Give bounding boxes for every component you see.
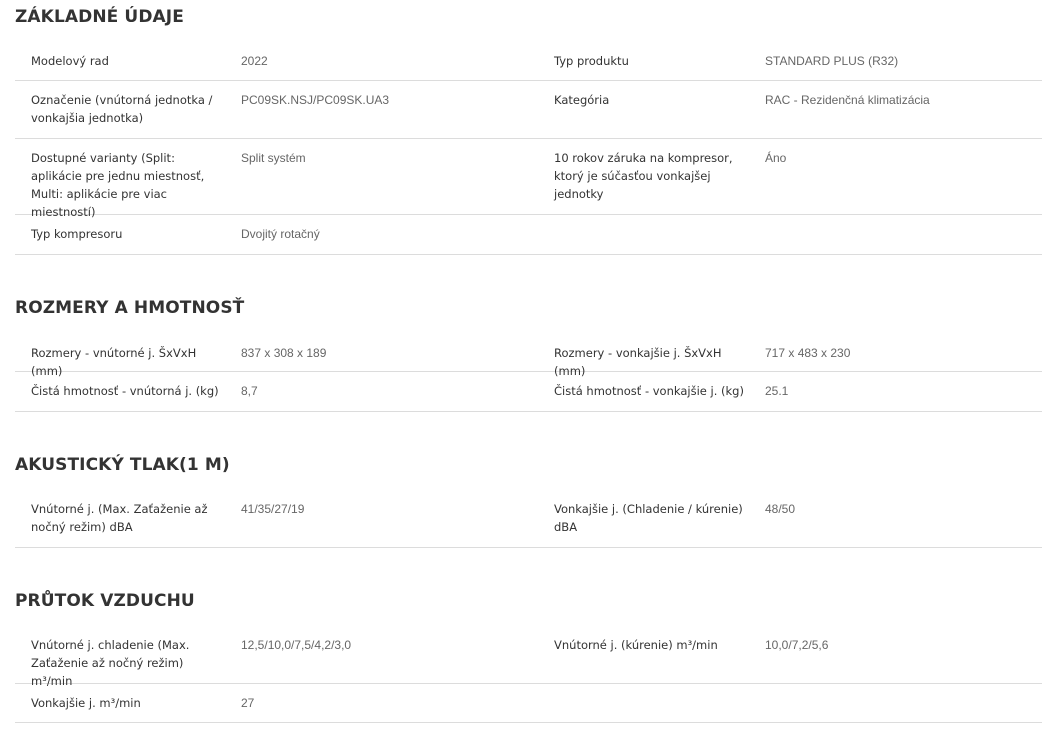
spec-value (765, 694, 1042, 722)
spec-label (538, 225, 765, 254)
table-row: Vnútorné j. chladenie (Max. Zaťaženie až… (15, 628, 1042, 688)
table-row: Dostupné varianty (Split: aplikácie pre … (15, 139, 1042, 219)
spec-label: Vnútorné j. chladenie (Max. Zaťaženie až… (31, 638, 190, 688)
spec-value: PC09SK.NSJ/PC09SK.UA3 (241, 93, 390, 107)
spec-value: RAC - Rezidenčná klimatizácia (765, 93, 930, 107)
spec-label: Vonkajšie j. (Chladenie / kúrenie) dBA (554, 502, 743, 534)
spec-value: 25.1 (765, 384, 789, 398)
table-row: Modelový rad 2022 Typ produktu STANDARD … (15, 44, 1042, 81)
spec-label: 10 rokov záruka na kompresor, ktorý je s… (554, 151, 733, 201)
spec-value: Áno (765, 151, 787, 165)
spec-label: Čistá hmotnosť - vonkajšie j. (kg) (554, 384, 744, 398)
table-row: Čistá hmotnosť - vnútorná j. (kg) 8,7 Či… (15, 372, 1042, 412)
spec-label: Kategória (554, 93, 610, 107)
spec-label: Vnútorné j. (Max. Zaťaženie až nočný rež… (31, 502, 208, 534)
spec-value: 8,7 (241, 384, 258, 398)
spec-label: Rozmery - vonkajšie j. ŠxVxH (mm) (554, 346, 722, 378)
spec-label (538, 694, 765, 722)
section-basic-data: ZÁKLADNÉ ÚDAJE Modelový rad 2022 Typ pro… (15, 6, 1042, 255)
spec-value: Split systém (241, 151, 306, 165)
table-row: Rozmery - vnútorné j. ŠxVxH (mm) 837 x 3… (15, 334, 1042, 378)
spec-value: 837 x 308 x 189 (241, 346, 327, 360)
spec-label: Dostupné varianty (Split: aplikácie pre … (31, 151, 205, 219)
section-title: ZÁKLADNÉ ÚDAJE (15, 7, 184, 27)
spec-value: 717 x 483 x 230 (765, 346, 851, 360)
spec-label: Vonkajšie j. m³/min (31, 696, 141, 710)
spec-value: 2022 (241, 54, 268, 68)
spec-value: 12,5/10,0/7,5/4,2/3,0 (241, 638, 352, 652)
spec-label: Označenie (vnútorná jednotka / vonkajšia… (31, 93, 213, 125)
section-dimensions-weight: ROZMERY A HMOTNOSŤ Rozmery - vnútorné j.… (15, 297, 1042, 412)
table-row: Označenie (vnútorná jednotka / vonkajšia… (15, 81, 1042, 139)
section-title: AKUSTICKÝ TLAK(1 M) (15, 455, 230, 475)
spec-value: Dvojitý rotačný (241, 227, 320, 241)
spec-label: Typ produktu (554, 54, 629, 68)
section-acoustic-pressure: AKUSTICKÝ TLAK(1 M) Vnútorné j. (Max. Za… (15, 454, 1042, 548)
spec-value (765, 225, 1042, 254)
spec-label: Rozmery - vnútorné j. ŠxVxH (mm) (31, 346, 197, 378)
spec-value: 48/50 (765, 502, 796, 516)
table-row: Vonkajšie j. m³/min 27 (15, 684, 1042, 723)
spec-value: 10,0/7,2/5,6 (765, 638, 829, 652)
section-title: ROZMERY A HMOTNOSŤ (15, 298, 245, 318)
spec-label: Typ kompresoru (31, 227, 123, 241)
section-title: PRŮTOK VZDUCHU (15, 591, 195, 611)
table-row: Vnútorné j. (Max. Zaťaženie až nočný rež… (15, 491, 1042, 548)
section-airflow: PRŮTOK VZDUCHU Vnútorné j. chladenie (Ma… (15, 590, 1042, 723)
spec-label: Modelový rad (31, 54, 109, 68)
table-row: Typ kompresoru Dvojitý rotačný (15, 215, 1042, 255)
spec-label: Čistá hmotnosť - vnútorná j. (kg) (31, 384, 219, 398)
spec-value: STANDARD PLUS (R32) (765, 54, 899, 68)
spec-label: Vnútorné j. (kúrenie) m³/min (554, 638, 718, 652)
spec-value: 27 (241, 696, 255, 710)
spec-value: 41/35/27/19 (241, 502, 305, 516)
